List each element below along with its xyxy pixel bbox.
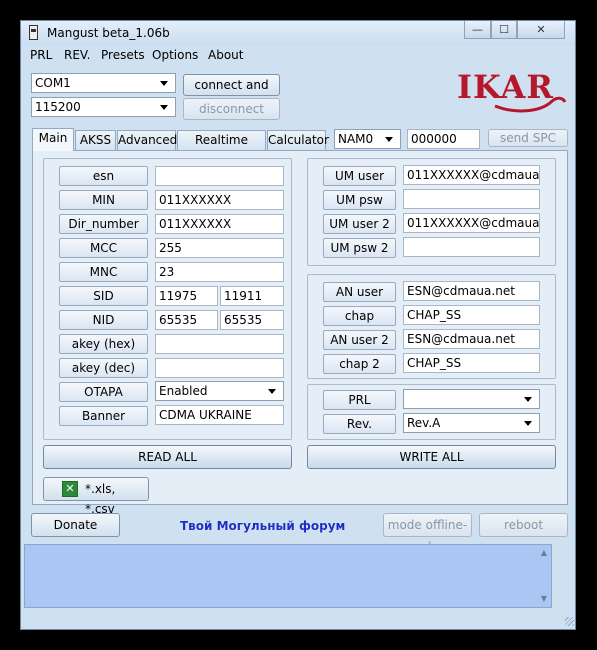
otapa-select[interactable]: Enabled [155,381,284,401]
spc-field[interactable]: 000000 [407,129,480,149]
port-value: COM1 [35,76,71,90]
chevron-down-icon [524,397,532,402]
phone-icon [29,25,38,40]
resize-grip-icon[interactable] [565,617,574,626]
scroll-up-icon[interactable]: ▲ [537,546,551,560]
um-user-label[interactable]: UM user [323,166,396,186]
an-user2-field[interactable]: ESN@cdmaua.net [403,329,540,349]
chap-label[interactable]: chap [323,306,396,326]
an-user-field[interactable]: ESN@cdmaua.net [403,281,540,301]
chevron-down-icon [160,105,168,110]
port-select[interactable]: COM1 [31,73,176,93]
mcc-label[interactable]: MCC [59,238,148,258]
sid-label[interactable]: SID [59,286,148,306]
otapa-value: Enabled [159,384,208,398]
rev-select[interactable]: Rev.A [403,413,540,433]
chap2-label[interactable]: chap 2 [323,354,396,374]
tab-calculator[interactable]: Calculator [267,130,329,150]
rev-value: Rev.A [407,416,441,430]
prl-select[interactable] [403,389,540,409]
min-label[interactable]: MIN [59,190,148,210]
sid-field-1[interactable]: 11975 [155,286,218,306]
menu-rev[interactable]: REV. [64,48,90,62]
tab-akss[interactable]: AKSS [75,130,116,150]
forum-link[interactable]: Твой Могульный форум [180,519,345,533]
rev-label[interactable]: Rev. [323,414,396,434]
title-bar[interactable]: Mangust beta_1.06b — ☐ ✕ [21,21,575,45]
close-button[interactable]: ✕ [517,21,565,39]
tab-realtime-monitor[interactable]: Realtime monitor [177,130,266,166]
nam-select[interactable]: NAM0 [334,129,401,149]
nid-label[interactable]: NID [59,310,148,330]
write-all-button[interactable]: WRITE ALL [307,445,556,469]
esn-field[interactable] [155,166,284,186]
an-user-label[interactable]: AN user [323,282,396,302]
connect-button[interactable]: connect and read [183,74,280,112]
menu-prl[interactable]: PRL [30,48,52,62]
baud-value: 115200 [35,100,81,114]
mcc-field[interactable]: 255 [155,238,284,258]
mnc-label[interactable]: MNC [59,262,148,282]
scroll-down-icon[interactable]: ▼ [537,592,551,606]
disconnect-button[interactable]: disconnect [183,98,280,120]
min-field[interactable]: 011XXXXXX [155,190,284,210]
menu-presets[interactable]: Presets [101,48,145,62]
log-textarea[interactable]: ▲ ▼ [24,544,552,608]
banner-field[interactable]: CDMA UKRAINE [155,405,284,425]
donate-button[interactable]: Donate [31,513,120,537]
send-spc-button[interactable]: send SPC [488,129,568,147]
prl-label[interactable]: PRL [323,390,396,410]
excel-icon: ✕ [62,481,78,497]
menu-options[interactable]: Options [152,48,198,62]
otapa-label[interactable]: OTAPA [59,382,148,402]
reboot-button[interactable]: reboot [479,513,568,537]
mnc-field[interactable]: 23 [155,262,284,282]
um-psw2-field[interactable] [403,237,540,257]
baud-select[interactable]: 115200 [31,97,176,117]
sid-field-2[interactable]: 11911 [220,286,284,306]
window-title: Mangust beta_1.06b [47,26,170,40]
maximize-button[interactable]: ☐ [491,21,517,39]
logo-swoosh [494,96,567,113]
nam-value: NAM0 [338,132,374,146]
read-all-button[interactable]: READ ALL [43,445,292,469]
um-psw2-label[interactable]: UM psw 2 [323,238,396,258]
minimize-button[interactable]: — [464,21,491,39]
tab-advanced[interactable]: Advanced [117,130,177,150]
esn-label[interactable]: esn [59,166,148,186]
menu-about[interactable]: About [208,48,243,62]
dir-number-label[interactable]: Dir_number [59,214,148,234]
tab-main[interactable]: Main [32,128,74,151]
chevron-down-icon [524,421,532,426]
an-user2-label[interactable]: AN user 2 [323,330,396,350]
um-psw-field[interactable] [403,189,540,209]
akey-hex-field[interactable] [155,334,284,354]
um-user2-label[interactable]: UM user 2 [323,214,396,234]
akey-dec-field[interactable] [155,358,284,378]
nid-field-1[interactable]: 65535 [155,310,218,330]
chevron-down-icon [385,137,393,142]
akey-dec-label[interactable]: akey (dec) [59,358,148,378]
um-psw-label[interactable]: UM psw [323,190,396,210]
um-user2-field[interactable]: 011XXXXXX@cdmaua.net [403,213,540,233]
banner-label[interactable]: Banner [59,406,148,426]
chevron-down-icon [160,81,168,86]
ikar-logo: IKAR [455,68,567,114]
akey-hex-label[interactable]: akey (hex) [59,334,148,354]
um-user-field[interactable]: 011XXXXXX@cdmaua.net [403,165,540,185]
chevron-down-icon [268,389,276,394]
export-button[interactable]: ✕ *.xls, *.csv [43,477,149,516]
chap2-field[interactable]: CHAP_SS [403,353,540,373]
mode-offline-button[interactable]: mode offline-d [383,513,472,554]
dir-number-field[interactable]: 011XXXXXX [155,214,284,234]
chap-field[interactable]: CHAP_SS [403,305,540,325]
nid-field-2[interactable]: 65535 [220,310,284,330]
